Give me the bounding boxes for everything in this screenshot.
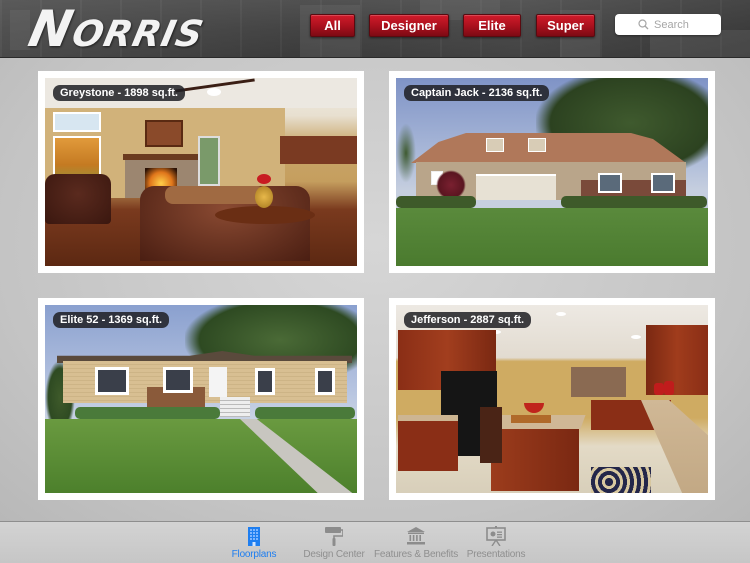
home-photo: Elite 52 - 1369 sq.ft. bbox=[45, 305, 357, 493]
tab-design-center[interactable]: Design Center bbox=[303, 526, 365, 562]
top-header: N ORRIS All Designer Elite Super bbox=[0, 0, 750, 58]
home-photo: Jefferson - 2887 sq.ft. bbox=[396, 305, 708, 493]
filter-all-button[interactable]: All bbox=[310, 14, 355, 37]
filter-super-button[interactable]: Super bbox=[536, 14, 595, 37]
norris-logo: N ORRIS bbox=[24, 0, 210, 57]
tab-label: Design Center bbox=[303, 549, 365, 560]
home-card-elite-52[interactable]: Elite 52 - 1369 sq.ft. bbox=[38, 298, 364, 500]
bottom-tab-bar: Floorplans Design Center Features & Bene… bbox=[0, 521, 750, 563]
paint-roller-icon bbox=[323, 526, 345, 546]
search-input[interactable] bbox=[654, 18, 698, 31]
bank-icon bbox=[405, 526, 427, 546]
home-title-label: Greystone - 1898 sq.ft. bbox=[53, 85, 185, 101]
home-photo: Greystone - 1898 sq.ft. bbox=[45, 78, 357, 266]
search-field[interactable] bbox=[615, 14, 721, 35]
presentation-board-icon bbox=[485, 526, 507, 546]
home-title-label: Jefferson - 2887 sq.ft. bbox=[404, 312, 532, 328]
home-gallery: Greystone - 1898 sq.ft. Captain Jack - 2… bbox=[0, 58, 750, 521]
logo-rest: ORRIS bbox=[68, 14, 208, 55]
search-icon bbox=[638, 19, 649, 30]
home-photo: Captain Jack - 2136 sq.ft. bbox=[396, 78, 708, 266]
tab-floorplans[interactable]: Floorplans bbox=[226, 526, 282, 562]
home-title-label: Elite 52 - 1369 sq.ft. bbox=[53, 312, 170, 328]
tab-features-benefits[interactable]: Features & Benefits bbox=[373, 526, 459, 562]
home-card-greystone[interactable]: Greystone - 1898 sq.ft. bbox=[38, 71, 364, 273]
tab-label: Features & Benefits bbox=[373, 549, 459, 560]
tab-presentations[interactable]: Presentations bbox=[467, 526, 525, 562]
home-card-captain-jack[interactable]: Captain Jack - 2136 sq.ft. bbox=[389, 71, 715, 273]
home-card-jefferson[interactable]: Jefferson - 2887 sq.ft. bbox=[389, 298, 715, 500]
filter-elite-button[interactable]: Elite bbox=[463, 14, 521, 37]
home-title-label: Captain Jack - 2136 sq.ft. bbox=[404, 85, 550, 101]
filter-designer-button[interactable]: Designer bbox=[369, 14, 449, 37]
tab-label: Floorplans bbox=[231, 549, 277, 560]
tab-label: Presentations bbox=[466, 549, 526, 560]
building-icon bbox=[243, 526, 265, 546]
